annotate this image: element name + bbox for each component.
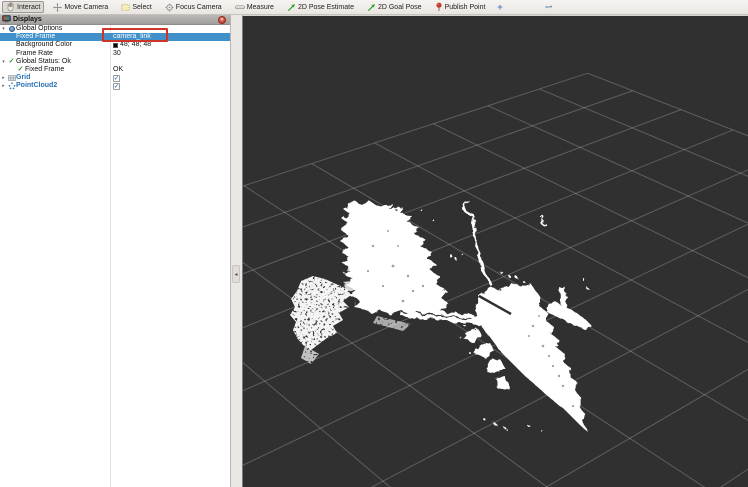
- selection-box-icon: [121, 3, 130, 12]
- tree-row-global-status[interactable]: ▾ ✓ Global Status: Ok: [0, 58, 230, 66]
- interact-tool-button[interactable]: Interact: [2, 1, 44, 13]
- crosshair-icon: [165, 3, 174, 12]
- displays-panel-header[interactable]: Displays ✕: [0, 15, 230, 25]
- hand-icon: [6, 2, 15, 12]
- row-label: Fixed Frame: [16, 33, 55, 41]
- ruler-icon: [235, 3, 245, 11]
- tree-row-global-options[interactable]: ▾ Global Options: [0, 25, 230, 33]
- row-label: Fixed Frame: [25, 66, 64, 74]
- tool-label: 2D Pose Estimate: [298, 4, 354, 11]
- collapsed-arrow-icon[interactable]: ▸: [0, 82, 7, 90]
- background-color-value[interactable]: 48; 48; 48: [113, 41, 151, 49]
- pose-estimate-tool-button[interactable]: 2D Pose Estimate: [283, 1, 358, 13]
- displays-panel-icon: [2, 15, 11, 25]
- column-divider: [110, 25, 111, 487]
- close-icon[interactable]: ✕: [218, 16, 226, 24]
- green-arrow-icon: [287, 3, 296, 12]
- row-label: Background Color: [16, 41, 72, 49]
- tool-label: 2D Goal Pose: [378, 4, 422, 11]
- render-viewport[interactable]: [242, 15, 748, 487]
- displays-panel: Displays ✕ ▾ Global Options Fixed Frame …: [0, 15, 231, 487]
- focus-camera-tool-button[interactable]: Focus Camera: [161, 1, 226, 13]
- publish-point-tool-button[interactable]: Publish Point: [431, 1, 490, 13]
- fixed-frame-value[interactable]: camera_link: [113, 33, 151, 41]
- green-arrow-icon: [367, 3, 376, 12]
- frame-rate-value[interactable]: 30: [113, 50, 121, 58]
- row-label: PointCloud2: [16, 82, 57, 90]
- tool-label: Measure: [247, 4, 274, 11]
- checkbox-check-icon[interactable]: ✓: [113, 83, 120, 90]
- 3d-scene: [243, 16, 748, 487]
- move-arrows-icon: [53, 3, 62, 12]
- tree-row-grid-display[interactable]: ▸ Grid ✓: [0, 74, 230, 82]
- checkbox-check-icon[interactable]: ✓: [113, 75, 120, 82]
- pointcloud2-enabled-checkbox[interactable]: ✓: [113, 82, 120, 90]
- collapsed-arrow-icon[interactable]: ▸: [0, 74, 7, 82]
- panel-title: Displays: [13, 16, 42, 23]
- tool-label: Publish Point: [445, 4, 486, 11]
- global-options-icon: [7, 26, 16, 32]
- dropdown-arrow-icon: ▾: [550, 4, 552, 9]
- tool-label: Focus Camera: [176, 4, 222, 11]
- color-value-text: 48; 48; 48: [120, 41, 151, 49]
- tree-row-pointcloud2-display[interactable]: ▸ PointCloud2 ✓: [0, 82, 230, 90]
- select-tool-button[interactable]: Select: [117, 1, 155, 13]
- collapse-panel-icon[interactable]: ◂: [232, 265, 240, 283]
- pointcloud: [290, 202, 591, 432]
- move-camera-tool-button[interactable]: Move Camera: [49, 1, 112, 13]
- grid-enabled-checkbox[interactable]: ✓: [113, 74, 120, 82]
- tool-label: Select: [132, 4, 151, 11]
- row-label: Global Options: [16, 25, 62, 33]
- expand-arrow-icon[interactable]: ▾: [0, 58, 7, 66]
- tree-row-fixed-frame-status[interactable]: ✓ Fixed Frame OK: [0, 66, 230, 74]
- plus-icon: +: [497, 2, 502, 12]
- grid-display-icon: [7, 74, 16, 82]
- row-label: Frame Rate: [16, 50, 53, 58]
- status-ok-check-icon: ✓: [7, 58, 16, 66]
- goal-pose-tool-button[interactable]: 2D Goal Pose: [363, 1, 426, 13]
- color-swatch: [113, 43, 118, 48]
- toolbar: Interact Move Camera Select Focus Camera…: [0, 0, 748, 15]
- tree-row-fixed-frame[interactable]: Fixed Frame camera_link: [0, 33, 230, 41]
- map-pin-icon: [435, 2, 443, 12]
- displays-tree: ▾ Global Options Fixed Frame camera_link…: [0, 25, 230, 91]
- row-label: Global Status: Ok: [16, 58, 71, 66]
- pointcloud2-display-icon: [7, 82, 16, 90]
- tool-label: Move Camera: [64, 4, 108, 11]
- remove-tool-button[interactable]: −▾: [543, 2, 554, 12]
- expand-arrow-icon[interactable]: ▾: [0, 25, 7, 33]
- rviz-window: Interact Move Camera Select Focus Camera…: [0, 0, 748, 487]
- row-label: Grid: [16, 74, 30, 82]
- panel-splitter[interactable]: ◂: [231, 15, 242, 487]
- status-ok-check-icon: ✓: [16, 66, 25, 74]
- status-value: OK: [113, 66, 123, 74]
- tool-label: Interact: [17, 4, 40, 11]
- add-tool-button[interactable]: +: [495, 2, 504, 12]
- tree-row-background-color[interactable]: Background Color 48; 48; 48: [0, 41, 230, 49]
- measure-tool-button[interactable]: Measure: [231, 1, 278, 13]
- tree-row-frame-rate[interactable]: Frame Rate 30: [0, 50, 230, 58]
